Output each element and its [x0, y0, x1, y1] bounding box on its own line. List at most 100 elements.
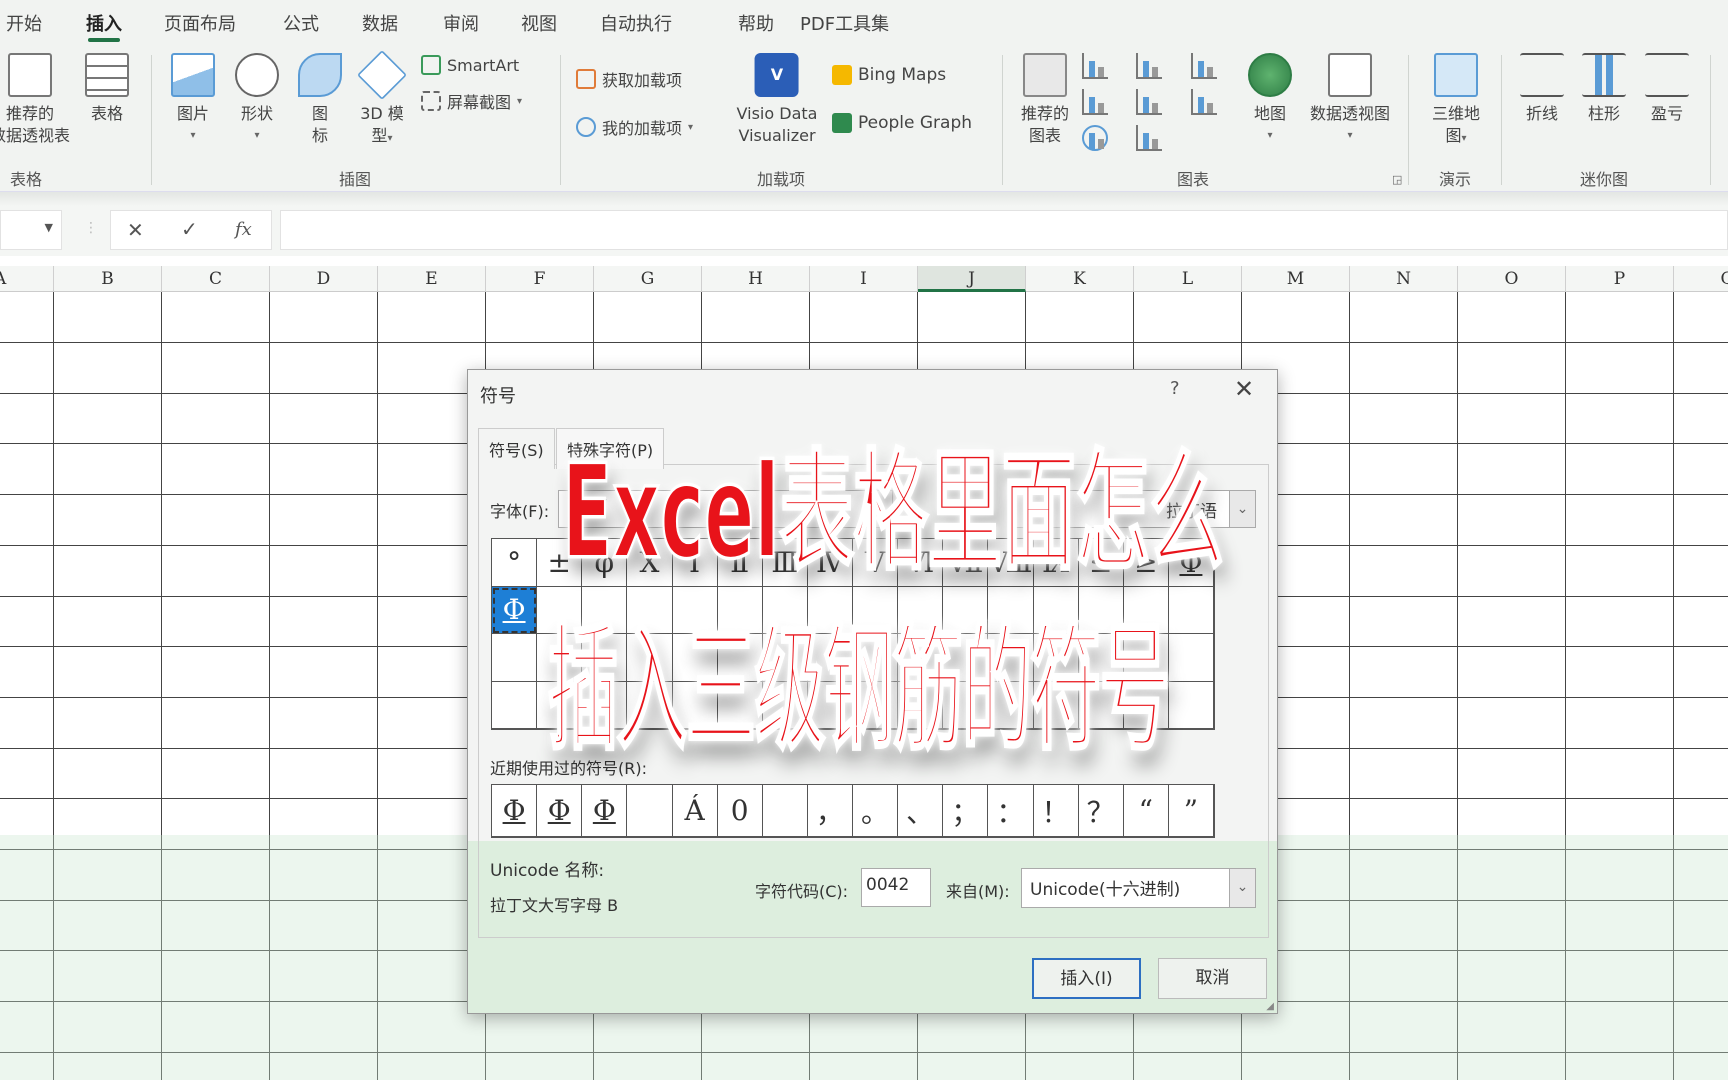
symbol-cell[interactable]: ° — [492, 539, 538, 587]
enter-icon[interactable]: ✓ — [181, 217, 198, 241]
tab-home[interactable]: 开始 — [6, 10, 42, 36]
symbol-cell[interactable] — [1168, 634, 1214, 682]
help-button[interactable]: ? — [1170, 378, 1180, 399]
column-header-o[interactable]: O — [1458, 266, 1566, 292]
symbol-cell[interactable]: 0 — [717, 785, 763, 837]
tab-view[interactable]: 视图 — [521, 10, 557, 36]
cancel-button[interactable]: 取消 — [1158, 958, 1267, 999]
recommended-charts-button[interactable]: 推荐的 图表 — [1021, 53, 1069, 147]
symbol-cell[interactable] — [627, 785, 673, 837]
symbol-cell[interactable]: Á — [672, 785, 718, 837]
column-chart-icon[interactable] — [1082, 53, 1108, 79]
insert-function-icon[interactable]: fx — [235, 219, 252, 240]
hierarchy-chart-icon[interactable] — [1136, 53, 1162, 79]
symbol-cell[interactable] — [492, 634, 538, 682]
3d-models-button[interactable]: 3D 模型▾ — [357, 50, 407, 150]
label: 形状 — [240, 104, 273, 123]
symbol-cell[interactable]: Φ — [582, 785, 628, 837]
column-header-n[interactable]: N — [1350, 266, 1458, 292]
combo-chart-icon[interactable] — [1191, 89, 1217, 115]
icons-button[interactable]: 图标 — [298, 53, 342, 147]
column-header-c[interactable]: C — [162, 266, 270, 292]
column-header-f[interactable]: F — [486, 266, 594, 292]
scatter-chart-icon[interactable] — [1136, 125, 1162, 151]
tab-automate[interactable]: 自动执行 — [600, 10, 672, 36]
insert-button[interactable]: 插入(I) — [1032, 958, 1141, 999]
symbol-cell[interactable]: 、 — [898, 785, 944, 837]
screenshot-button[interactable]: 屏幕截图 ▾ — [421, 89, 522, 113]
3d-map-button[interactable]: 三维地 图▾ — [1432, 53, 1480, 150]
symbol-cell[interactable] — [1168, 681, 1214, 729]
tab-pdf-tools[interactable]: PDF工具集 — [800, 10, 889, 36]
symbol-cell-selected[interactable]: Φ — [492, 586, 538, 634]
smartart-button[interactable]: SmartArt — [421, 55, 519, 75]
column-header-k[interactable]: K — [1026, 266, 1134, 292]
symbol-cell[interactable]: ” — [1168, 785, 1214, 837]
waterfall-chart-icon[interactable] — [1191, 53, 1217, 79]
name-box[interactable]: ▼ — [0, 210, 62, 250]
tab-insert[interactable]: 插入 — [86, 10, 122, 42]
maps-button[interactable]: 地图 ▾ — [1248, 53, 1292, 147]
pivot-chart-button[interactable]: 数据透视图 ▾ — [1310, 53, 1390, 147]
column-header-h[interactable]: H — [702, 266, 810, 292]
column-header-j[interactable]: J — [918, 266, 1026, 292]
formula-bar: ▼ ⋮ ✕ ✓ fx — [0, 206, 1728, 256]
shapes-button[interactable]: 形状 ▾ — [235, 53, 279, 147]
sparkline-winloss-button[interactable]: 盈亏 — [1645, 53, 1689, 125]
tab-data[interactable]: 数据 — [362, 10, 398, 36]
symbol-cell[interactable]: ， — [807, 785, 853, 837]
tab-help[interactable]: 帮助 — [738, 10, 774, 36]
column-header-l[interactable]: L — [1134, 266, 1242, 292]
my-addins-button[interactable]: 我的加载项 ▾ — [576, 115, 693, 139]
symbol-cell[interactable]: ； — [943, 785, 989, 837]
ribbon-shadow — [0, 192, 1728, 206]
symbol-cell[interactable]: Φ — [492, 785, 538, 837]
chevron-down-icon: ▾ — [517, 95, 523, 107]
from-select[interactable]: Unicode(十六进制) ⌄ — [1021, 868, 1256, 908]
unicode-name-value: 拉丁文大写字母 B — [490, 896, 619, 915]
column-header-g[interactable]: G — [594, 266, 702, 292]
caption-line-1: Excel表格里面怎么 — [561, 436, 1225, 590]
statistic-chart-icon[interactable] — [1136, 89, 1162, 115]
visio-data-visualizer-button[interactable]: V Visio Data Visualizer — [737, 53, 817, 147]
bing-maps-button[interactable]: Bing Maps — [832, 65, 946, 85]
column-header-a[interactable]: A — [0, 266, 54, 292]
column-header-q[interactable]: Q — [1674, 266, 1728, 292]
tab-page-layout[interactable]: 页面布局 — [164, 10, 236, 36]
tab-review[interactable]: 审阅 — [443, 10, 479, 36]
column-header-p[interactable]: P — [1566, 266, 1674, 292]
line-chart-icon[interactable] — [1082, 89, 1108, 115]
symbol-cell[interactable]: ？ — [1078, 785, 1124, 837]
table-button[interactable]: 表格 — [85, 53, 129, 125]
recommended-pivot-button[interactable]: 推荐的数据透视表 — [0, 53, 70, 147]
tab-symbols[interactable]: 符号(S) — [478, 428, 555, 469]
resize-grip-icon[interactable]: ◢ — [1266, 1001, 1274, 1012]
label: 图 — [311, 104, 328, 123]
pictures-button[interactable]: 图片 ▾ — [171, 53, 215, 147]
formula-input[interactable] — [280, 210, 1728, 250]
cancel-icon[interactable]: ✕ — [127, 218, 144, 242]
sparkline-line-button[interactable]: 折线 — [1520, 53, 1564, 125]
pie-chart-icon[interactable] — [1082, 125, 1108, 151]
symbol-cell[interactable] — [762, 785, 808, 837]
symbol-cell[interactable]: “ — [1123, 785, 1169, 837]
column-header-e[interactable]: E — [378, 266, 486, 292]
column-header-m[interactable]: M — [1242, 266, 1350, 292]
column-header-i[interactable]: I — [810, 266, 918, 292]
symbol-cell[interactable]: Φ — [537, 785, 583, 837]
label: 图片 — [176, 104, 209, 123]
symbol-cell[interactable]: ： — [988, 785, 1034, 837]
get-addins-button[interactable]: 获取加载项 — [576, 67, 682, 91]
grip-icon[interactable]: ⋮ — [84, 220, 98, 236]
people-graph-button[interactable]: People Graph — [832, 113, 972, 133]
column-header-d[interactable]: D — [270, 266, 378, 292]
dialog-launcher-icon[interactable]: ◲ — [1392, 173, 1402, 186]
sparkline-column-button[interactable]: 柱形 — [1582, 53, 1626, 125]
symbol-cell[interactable] — [492, 681, 538, 729]
tab-formulas[interactable]: 公式 — [283, 10, 319, 36]
column-header-b[interactable]: B — [54, 266, 162, 292]
close-button[interactable]: ✕ — [1234, 375, 1254, 403]
symbol-cell[interactable]: ！ — [1033, 785, 1079, 837]
char-code-input[interactable]: 0042 — [861, 868, 931, 907]
symbol-cell[interactable]: 。 — [853, 785, 899, 837]
